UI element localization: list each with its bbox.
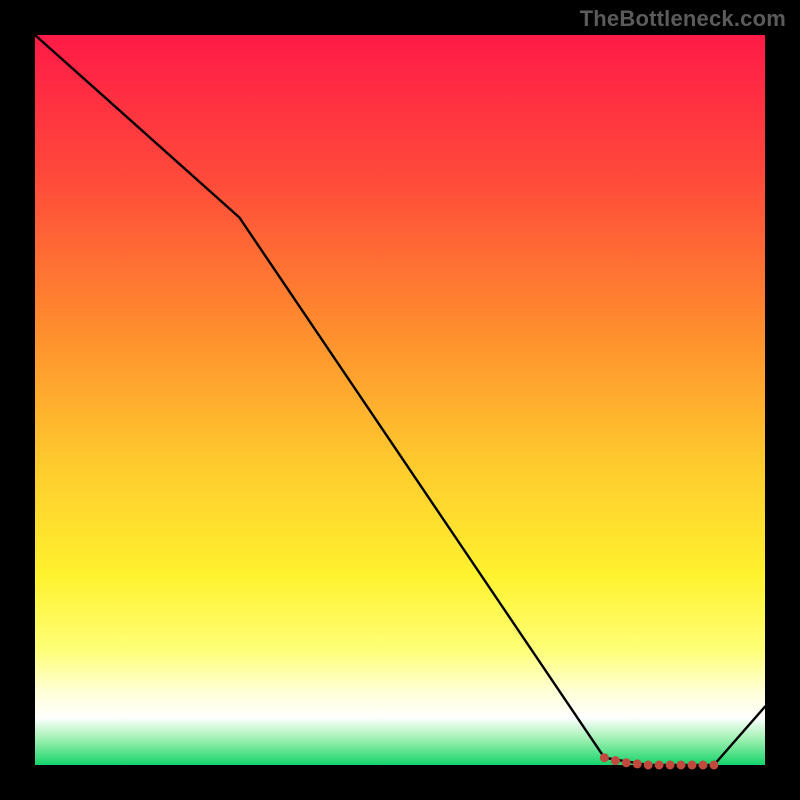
chart-marker: [688, 761, 697, 770]
chart-marker: [622, 758, 631, 767]
chart-marker: [611, 756, 620, 765]
chart-marker: [600, 753, 609, 762]
bottleneck-chart: [0, 0, 800, 800]
chart-marker: [677, 761, 686, 770]
chart-marker: [709, 761, 718, 770]
chart-marker: [655, 761, 664, 770]
chart-marker: [633, 759, 642, 768]
plot-background: [35, 35, 765, 765]
chart-marker: [699, 761, 708, 770]
chart-marker: [666, 761, 675, 770]
chart-frame: TheBottleneck.com: [0, 0, 800, 800]
chart-marker: [644, 761, 653, 770]
